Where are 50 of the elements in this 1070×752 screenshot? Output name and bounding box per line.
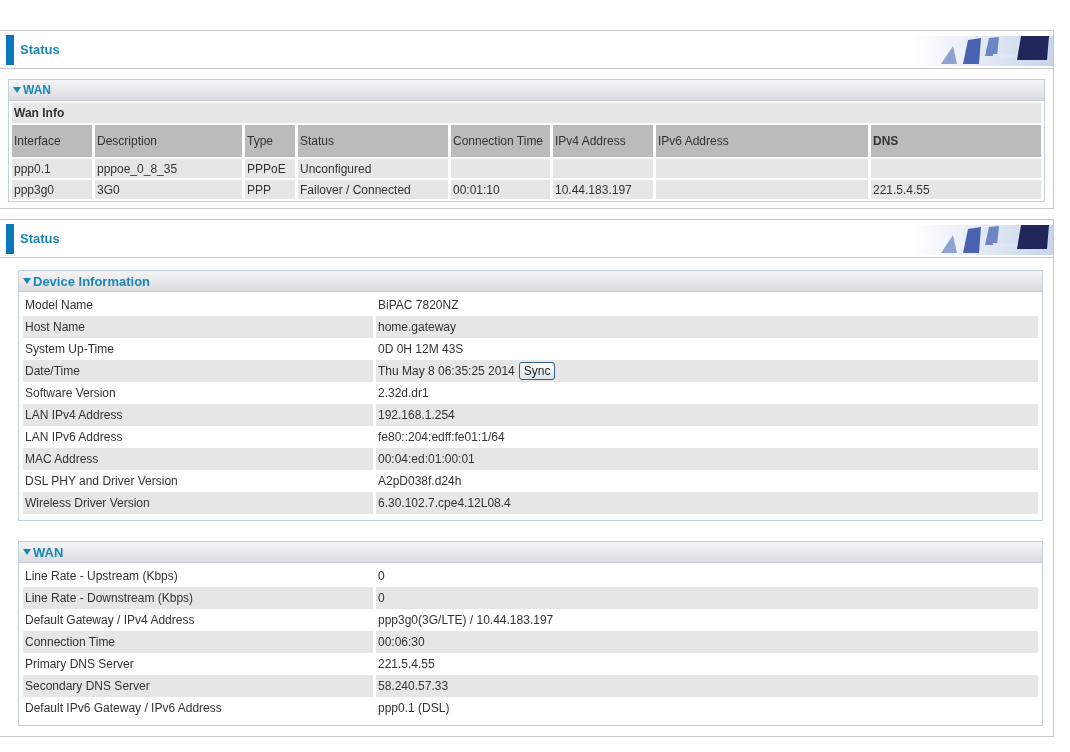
table-cell: Unconfigured [298,159,448,178]
column-header: Status [298,125,448,157]
field-value: 00:06:30 [376,631,1038,653]
caret-down-icon[interactable] [23,278,31,284]
section-title: WAN [33,544,64,560]
section-title: Device Information [33,273,151,289]
table-cell: PPPoE [245,159,295,178]
title-accent-bar [6,34,14,65]
column-header: IPv4 Address [553,125,653,157]
table-cell: 3G0 [95,180,242,199]
panel-title: Status [20,231,61,246]
field-value: 6.30.102.7.cpe4.12L08.4 [376,492,1038,514]
field-value: 0 [376,587,1038,609]
field-label: MAC Address [23,448,373,470]
column-header: Connection Time [451,125,550,157]
field-label: LAN IPv4 Address [23,404,373,426]
column-header: Type [245,125,295,157]
field-value: 58.240.57.33 [376,675,1038,697]
field-label: Date/Time [23,360,373,382]
section-header[interactable]: WAN [19,542,1042,563]
caret-down-icon[interactable] [13,87,21,93]
field-label: Secondary DNS Server [23,675,373,697]
field-value: Thu May 8 06:35:25 2014 Sync [376,360,1038,382]
column-header: IPv6 Address [656,125,868,157]
table-cell: 221.5.4.55 [871,180,1041,199]
field-label: Host Name [23,316,373,338]
table-cell: ppp3g0 [12,180,92,199]
field-value: 192.168.1.254 [376,404,1038,426]
field-label: Connection Time [23,631,373,653]
table-cell: 10.44.183.197 [553,180,653,199]
section-title: WAN [23,83,51,97]
column-header: DNS [871,125,1041,157]
field-label: Line Rate - Downstream (Kbps) [23,587,373,609]
table-cell: 00:01:10 [451,180,550,199]
table-cell: pppoe_0_8_35 [95,159,242,178]
field-value: home.gateway [376,316,1038,338]
section-header[interactable]: WAN [9,80,1044,101]
column-header: Description [95,125,242,157]
table-cell: PPP [245,180,295,199]
sync-button[interactable]: Sync [518,362,556,380]
caret-down-icon[interactable] [23,549,31,555]
column-header: Interface [12,125,92,157]
field-label: Wireless Driver Version [23,492,373,514]
section-header[interactable]: Device Information [19,271,1042,292]
table-cell: Failover / Connected [298,180,448,199]
panel-title: Status [20,42,61,57]
title-accent-bar [6,223,14,254]
table-caption: Wan Info [12,103,1041,123]
field-value: 00:04:ed:01:00:01 [376,448,1038,470]
table-cell: ppp0.1 [12,159,92,178]
